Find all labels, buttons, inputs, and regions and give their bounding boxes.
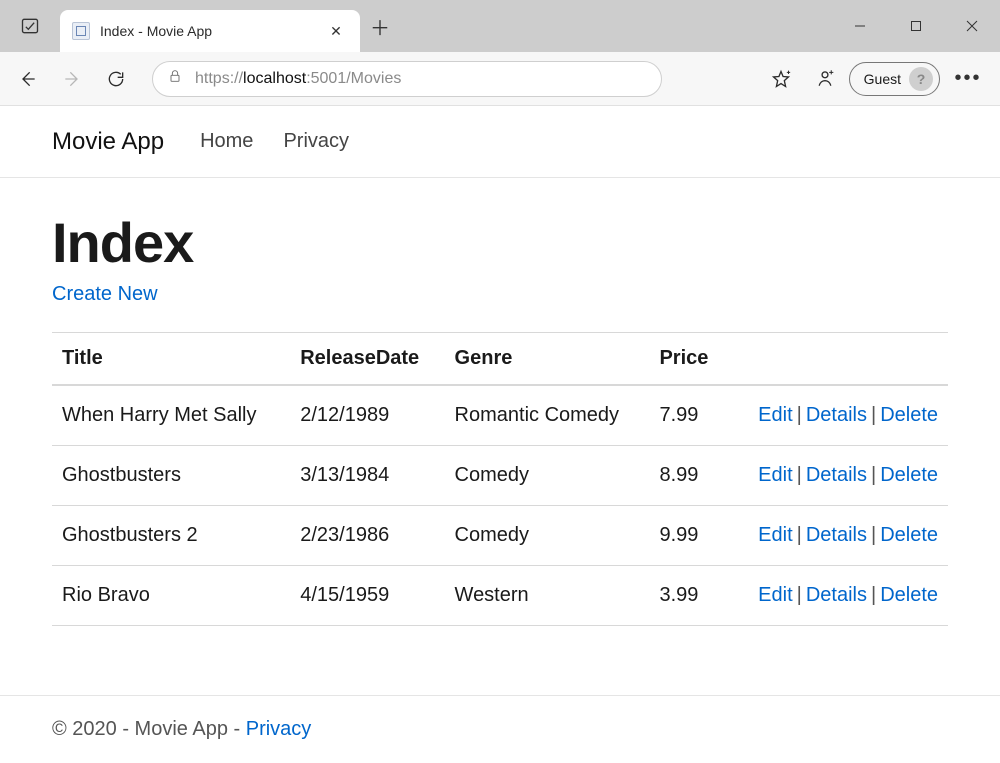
- details-link[interactable]: Details: [806, 464, 867, 486]
- minimize-button[interactable]: [832, 0, 888, 52]
- url-scheme: https://: [195, 70, 243, 87]
- table-header-row: Title ReleaseDate Genre Price: [52, 333, 948, 386]
- action-separator: |: [793, 584, 806, 606]
- cell-genre: Romantic Comedy: [445, 385, 650, 446]
- page-title: Index: [52, 210, 948, 275]
- cell-genre: Comedy: [445, 446, 650, 506]
- details-link[interactable]: Details: [806, 524, 867, 546]
- close-window-button[interactable]: [944, 0, 1000, 52]
- movies-table: Title ReleaseDate Genre Price When Harry…: [52, 332, 948, 626]
- edit-link[interactable]: Edit: [758, 404, 792, 426]
- action-separator: |: [867, 524, 880, 546]
- cell-releasedate: 3/13/1984: [290, 446, 444, 506]
- cell-title: Rio Bravo: [52, 566, 290, 626]
- favorites-button[interactable]: [761, 59, 801, 99]
- browser-tab-title: Index - Movie App: [100, 23, 314, 39]
- address-bar[interactable]: https://localhost:5001/Movies: [152, 61, 662, 97]
- nav-link-privacy[interactable]: Privacy: [283, 130, 349, 153]
- browser-tab-active[interactable]: Index - Movie App ✕: [60, 10, 360, 52]
- col-actions: [726, 333, 948, 386]
- delete-link[interactable]: Delete: [880, 584, 938, 606]
- cell-genre: Western: [445, 566, 650, 626]
- cell-actions: Edit|Details|Delete: [726, 566, 948, 626]
- profile-button[interactable]: Guest ?: [849, 62, 940, 96]
- cell-title: When Harry Met Sally: [52, 385, 290, 446]
- cell-actions: Edit|Details|Delete: [726, 446, 948, 506]
- col-releasedate: ReleaseDate: [290, 333, 444, 386]
- cell-price: 9.99: [649, 506, 726, 566]
- delete-link[interactable]: Delete: [880, 404, 938, 426]
- new-tab-button[interactable]: ＋: [360, 0, 400, 52]
- footer-text: © 2020 - Movie App -: [52, 718, 246, 740]
- close-tab-button[interactable]: ✕: [324, 19, 348, 43]
- refresh-button[interactable]: [96, 59, 136, 99]
- action-separator: |: [867, 464, 880, 486]
- tab-actions-button[interactable]: [0, 0, 60, 52]
- nav-link-home[interactable]: Home: [200, 130, 253, 153]
- footer-privacy-link[interactable]: Privacy: [246, 718, 312, 740]
- address-url: https://localhost:5001/Movies: [195, 70, 401, 88]
- cell-price: 7.99: [649, 385, 726, 446]
- avatar-icon: ?: [909, 67, 933, 91]
- brand[interactable]: Movie App: [52, 128, 164, 156]
- col-title: Title: [52, 333, 290, 386]
- cell-releasedate: 2/12/1989: [290, 385, 444, 446]
- cell-releasedate: 2/23/1986: [290, 506, 444, 566]
- browser-toolbar: https://localhost:5001/Movies Guest ? ••…: [0, 52, 1000, 106]
- delete-link[interactable]: Delete: [880, 464, 938, 486]
- col-price: Price: [649, 333, 726, 386]
- more-menu-button[interactable]: •••: [944, 59, 992, 99]
- collections-button[interactable]: [805, 59, 845, 99]
- table-row: Rio Bravo4/15/1959Western3.99Edit|Detail…: [52, 566, 948, 626]
- window-controls: [832, 0, 1000, 52]
- cell-actions: Edit|Details|Delete: [726, 385, 948, 446]
- cell-actions: Edit|Details|Delete: [726, 506, 948, 566]
- action-separator: |: [793, 464, 806, 486]
- ellipsis-icon: •••: [954, 67, 981, 90]
- cell-price: 3.99: [649, 566, 726, 626]
- browser-titlebar: Index - Movie App ✕ ＋: [0, 0, 1000, 52]
- profile-label: Guest: [864, 71, 901, 87]
- page-footer: © 2020 - Movie App - Privacy: [0, 695, 1000, 763]
- cell-title: Ghostbusters 2: [52, 506, 290, 566]
- cell-title: Ghostbusters: [52, 446, 290, 506]
- forward-button[interactable]: [52, 59, 92, 99]
- table-row: Ghostbusters 22/23/1986Comedy9.99Edit|De…: [52, 506, 948, 566]
- edit-link[interactable]: Edit: [758, 464, 792, 486]
- maximize-button[interactable]: [888, 0, 944, 52]
- table-row: When Harry Met Sally2/12/1989Romantic Co…: [52, 385, 948, 446]
- back-button[interactable]: [8, 59, 48, 99]
- action-separator: |: [793, 404, 806, 426]
- lock-icon: [167, 68, 183, 89]
- edit-link[interactable]: Edit: [758, 584, 792, 606]
- page-content: Movie App Home Privacy Index Create New …: [0, 106, 1000, 666]
- action-separator: |: [793, 524, 806, 546]
- action-separator: |: [867, 584, 880, 606]
- details-link[interactable]: Details: [806, 584, 867, 606]
- create-new-link[interactable]: Create New: [52, 283, 158, 306]
- col-genre: Genre: [445, 333, 650, 386]
- cell-price: 8.99: [649, 446, 726, 506]
- edit-link[interactable]: Edit: [758, 524, 792, 546]
- url-host: localhost: [243, 70, 306, 87]
- delete-link[interactable]: Delete: [880, 524, 938, 546]
- url-path: :5001/Movies: [306, 70, 401, 87]
- site-navbar: Movie App Home Privacy: [0, 106, 1000, 178]
- page-favicon-icon: [72, 22, 90, 40]
- cell-genre: Comedy: [445, 506, 650, 566]
- action-separator: |: [867, 404, 880, 426]
- details-link[interactable]: Details: [806, 404, 867, 426]
- table-row: Ghostbusters3/13/1984Comedy8.99Edit|Deta…: [52, 446, 948, 506]
- cell-releasedate: 4/15/1959: [290, 566, 444, 626]
